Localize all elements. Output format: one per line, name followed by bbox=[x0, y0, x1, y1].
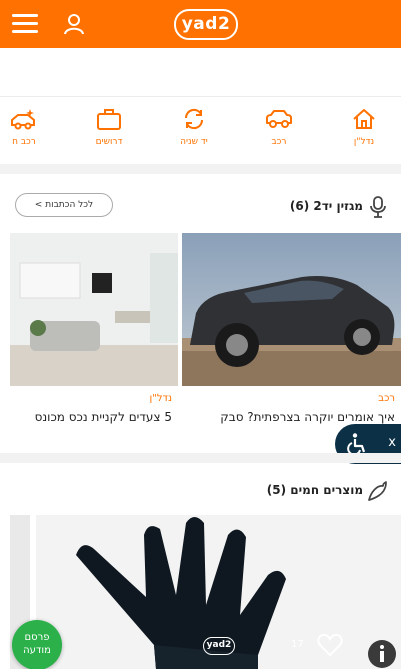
category-label: נדל"ן bbox=[353, 137, 375, 147]
article-image bbox=[182, 233, 401, 386]
all-articles-button[interactable]: לכל הכתבות > bbox=[15, 193, 113, 217]
post-ad-button[interactable]: פרסם מודעה bbox=[12, 620, 62, 669]
article-category: רכב bbox=[378, 393, 395, 404]
category-second-hand[interactable]: יד שניה bbox=[159, 107, 229, 157]
category-label: רכב ח bbox=[12, 137, 36, 147]
article-card[interactable]: רכב איך אומרים יוקרה בצרפתית? סבק במבחן bbox=[182, 233, 401, 453]
category-label: רכב bbox=[271, 137, 287, 147]
divider bbox=[0, 164, 401, 174]
post-ad-label-line1: פרסם bbox=[24, 632, 50, 643]
category-label: יד שניה bbox=[180, 137, 208, 147]
category-label: דרושים bbox=[95, 137, 123, 147]
user-icon[interactable] bbox=[62, 12, 86, 36]
magazine-header: מגזין יד2 (6) לכל הכתבות > bbox=[0, 193, 401, 223]
category-jobs[interactable]: דרושים bbox=[74, 107, 144, 157]
article-card[interactable]: נדל"ן 5 צעדים לקניית נכס מכונס bbox=[10, 233, 178, 453]
chili-icon bbox=[368, 481, 387, 501]
yad2-logo[interactable]: yad2 bbox=[174, 9, 238, 40]
category-real-estate[interactable]: נדל"ן bbox=[329, 107, 399, 157]
article-image bbox=[10, 233, 178, 386]
refresh-icon bbox=[184, 108, 204, 130]
home-icon bbox=[353, 109, 375, 129]
briefcase-icon bbox=[97, 109, 121, 130]
divider bbox=[0, 453, 401, 463]
product-card[interactable]: yad2 17 bbox=[36, 515, 401, 669]
heart-icon[interactable] bbox=[317, 633, 343, 657]
category-vehicles[interactable]: רכב bbox=[244, 107, 314, 157]
section-title: מגזין יד2 (6) bbox=[289, 199, 363, 213]
car-icon bbox=[266, 110, 292, 128]
category-special-vehicles[interactable]: רכב ח bbox=[0, 107, 59, 157]
hot-products-header: מוצרים חמים (5) bbox=[0, 477, 401, 507]
section-title: מוצרים חמים (5) bbox=[266, 483, 363, 497]
article-category: נדל"ן bbox=[149, 393, 172, 404]
info-icon[interactable] bbox=[367, 639, 397, 669]
microphone-icon bbox=[370, 196, 386, 218]
likes-count: 17 bbox=[291, 639, 304, 650]
magazine-carousel[interactable]: רכב איך אומרים יוקרה בצרפתית? סבק במבחן … bbox=[0, 233, 401, 453]
yad2-logo: yad2 bbox=[203, 637, 235, 655]
article-title: 5 צעדים לקניית נכס מכונס bbox=[34, 410, 172, 424]
category-bar: נדל"ן רכב יד שניה דרושים רכב ח bbox=[0, 97, 401, 163]
close-accessibility-button[interactable]: x bbox=[388, 435, 396, 450]
menu-icon[interactable] bbox=[12, 14, 38, 34]
top-bar: yad2 bbox=[0, 0, 401, 48]
post-ad-label-line2: מודעה bbox=[23, 645, 51, 656]
sparkle-car-icon bbox=[11, 109, 35, 130]
